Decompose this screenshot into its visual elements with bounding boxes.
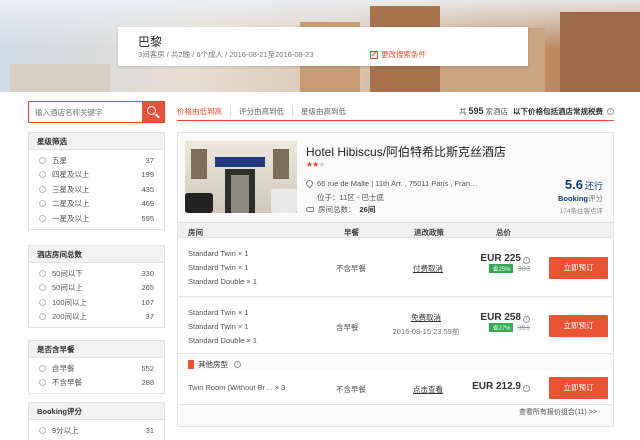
- cancel-policy: 点击查看: [413, 385, 443, 394]
- discount-badge: 省27%: [489, 323, 514, 332]
- filter-title: 是否含早餐: [29, 341, 164, 358]
- filter-option[interactable]: 三星及以上 435: [29, 182, 164, 197]
- other-room-types: 其他房型 i: [188, 359, 241, 370]
- radio-icon[interactable]: [39, 364, 46, 372]
- offer-price: EUR 258 i 省27% 351: [480, 312, 530, 332]
- info-icon[interactable]: i: [607, 107, 614, 115]
- star-rating: ★★★: [306, 160, 326, 169]
- filter-option[interactable]: 50间以下 330: [29, 266, 164, 281]
- filter-option[interactable]: 四星及以上 199: [29, 168, 164, 183]
- filter-option[interactable]: 五星 37: [29, 153, 164, 168]
- book-button[interactable]: 立即预订: [549, 257, 608, 279]
- info-icon[interactable]: i: [523, 316, 530, 323]
- search-button[interactable]: [142, 102, 164, 122]
- hotel-search-input[interactable]: [29, 102, 142, 122]
- radio-icon[interactable]: [39, 156, 46, 164]
- radio-icon[interactable]: [39, 313, 46, 321]
- offer-price: EUR 212.9 i: [470, 381, 530, 392]
- filter-title: 酒店房间总数: [29, 246, 164, 263]
- location-pin-icon: [304, 178, 315, 189]
- radio-icon[interactable]: [39, 298, 46, 306]
- cancel-policy: 免费取消 2016-08-15 23:59前: [392, 313, 460, 336]
- rooms-filter: 酒店房间总数 50间以下 330 50间以上 265 100间以上 107 200间以…: [28, 245, 165, 328]
- edit-icon: [370, 50, 378, 59]
- star-filter: 星级筛选 五星 37 四星及以上 199 三星及以上 435 二星及以上 469 一星及…: [28, 132, 165, 230]
- review-count[interactable]: 174条住客点评: [558, 205, 603, 215]
- sort-star-desc[interactable]: 星级由高到低: [293, 106, 354, 117]
- star-icon: ★: [318, 160, 325, 169]
- key-icon: [306, 207, 314, 212]
- radio-icon[interactable]: [39, 269, 46, 277]
- filter-option[interactable]: 一星及以上 595: [29, 211, 164, 226]
- filter-option[interactable]: 不含早餐 288: [29, 376, 164, 391]
- hotel-photo[interactable]: [185, 141, 297, 213]
- change-search-link[interactable]: 更改搜索条件: [370, 49, 426, 60]
- radio-icon[interactable]: [39, 185, 46, 193]
- city-title: 巴黎: [138, 35, 163, 49]
- offer-price: EUR 225 i 省25% 303: [480, 253, 530, 273]
- offer-table-header: 房间 早餐 退改政策 总价: [178, 222, 613, 238]
- offer-row: Standard Twin × 1 Standard Twin × 1 Stan…: [178, 298, 613, 354]
- filter-option[interactable]: 9分以上 31: [29, 423, 164, 438]
- filter-option[interactable]: 50间以上 265: [29, 281, 164, 296]
- filter-option[interactable]: 含早餐 552: [29, 361, 164, 376]
- booking-filter: Booking评分 9分以上 31: [28, 402, 165, 440]
- bookmark-icon: [188, 360, 194, 369]
- book-button[interactable]: 立即预订: [549, 377, 608, 399]
- info-icon[interactable]: i: [523, 385, 530, 392]
- radio-icon[interactable]: [39, 171, 46, 179]
- meal-info: 含早餐: [336, 323, 359, 332]
- radio-icon[interactable]: [39, 214, 46, 222]
- info-icon[interactable]: i: [234, 361, 241, 368]
- offer-row: Standard Twin × 1 Standard Twin × 1 Stan…: [178, 239, 613, 297]
- filter-option[interactable]: 二星及以上 469: [29, 197, 164, 212]
- view-all-offers-link[interactable]: 查看所有报价组合(11) >>: [519, 407, 597, 417]
- radio-icon[interactable]: [39, 200, 46, 208]
- hotel-search: [28, 101, 165, 123]
- breakfast-filter: 是否含早餐 含早餐 552 不含早餐 288: [28, 340, 165, 394]
- hero-banner: 巴黎 3间客房 / 共2晚 / 6个成人 / 2016-08-21至2016-0…: [0, 0, 640, 92]
- search-summary-card: 巴黎 3间客房 / 共2晚 / 6个成人 / 2016-08-21至2016-0…: [118, 27, 528, 66]
- book-button[interactable]: 立即预订: [549, 315, 608, 337]
- filter-option[interactable]: 200间以上 37: [29, 310, 164, 325]
- sort-underline: [177, 120, 614, 121]
- radio-icon[interactable]: [39, 284, 46, 292]
- filter-title: 星级筛选: [29, 133, 164, 150]
- radio-icon[interactable]: [39, 379, 46, 387]
- result-count: 共 595 家酒店 以下价格包括酒店常规税费 i: [459, 106, 614, 117]
- meal-info: 不含早餐: [336, 264, 366, 273]
- booking-score: 5.6 还行 Booking评分 174条住客点评: [558, 177, 603, 215]
- hotel-card: Hotel Hibiscus/阿伯特希比斯克丝酒店 ★★★ 66 rue de …: [177, 132, 614, 427]
- trip-summary: 3间客房 / 共2晚 / 6个成人 / 2016-08-21至2016-08-2…: [138, 50, 314, 59]
- offer-row: Twin Room (Without Br… × 3 不含早餐 点击查看 EUR…: [178, 371, 613, 405]
- sort-score-desc[interactable]: 评分由高到低: [231, 105, 293, 117]
- discount-badge: 省25%: [489, 264, 514, 273]
- cancel-policy: 付费取消: [413, 264, 443, 273]
- hotel-district: 位于：11区 - 巴士底: [317, 193, 384, 202]
- search-icon: [147, 106, 156, 115]
- filter-title: Booking评分: [29, 403, 164, 420]
- hotel-room-total: 房间总数： 26间: [306, 204, 375, 215]
- info-icon[interactable]: i: [523, 257, 530, 264]
- hotel-name[interactable]: Hotel Hibiscus/阿伯特希比斯克丝酒店: [306, 143, 506, 160]
- hotel-address: 66 rue de Malte | 11th Arr. , 75011 Pari…: [304, 178, 478, 189]
- sort-price-asc[interactable]: 价格由低到高: [177, 105, 231, 117]
- sort-bar: 价格由低到高 评分由高到低 星级由高到低 共 595 家酒店 以下价格包括酒店常…: [177, 104, 614, 118]
- meal-info: 不含早餐: [336, 385, 366, 394]
- radio-icon[interactable]: [39, 426, 46, 434]
- filter-option[interactable]: 100间以上 107: [29, 295, 164, 310]
